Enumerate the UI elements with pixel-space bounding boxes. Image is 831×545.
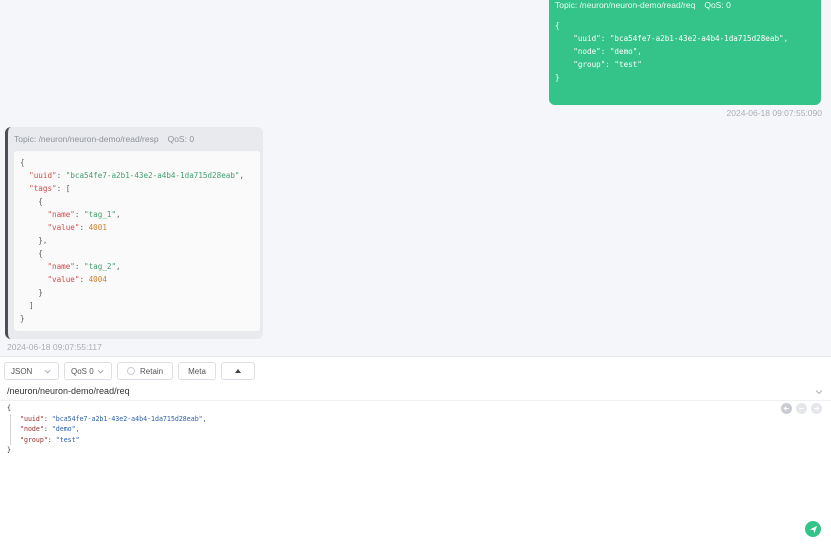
history-forward-button[interactable] [811,403,822,414]
message-list: Topic: /neuron/neuron-demo/read/req QoS: … [0,0,831,356]
payload-key: "uuid" [20,414,44,423]
expand-composer-button[interactable] [220,362,255,380]
meta-button[interactable]: Meta [178,362,216,380]
received-message-qos: QoS: 0 [167,134,195,144]
history-back-button[interactable] [781,403,792,414]
tag-name: tag_2 [88,262,112,271]
sent-message-payload: { "uuid": "bca54fe7-a2b1-43e2-a4b4-1da71… [555,21,789,82]
sent-message-topic: Topic: /neuron/neuron-demo/read/req [555,0,696,10]
payload-key: "group" [20,435,48,444]
retain-toggle[interactable]: Retain [117,362,174,380]
payload-line: "node": "demo", [10,424,207,435]
received-message-header: Topic: /neuron/neuron-demo/read/resp QoS:… [14,134,257,144]
payload-value: "demo", [51,425,80,433]
sent-message-bubble: Topic: /neuron/neuron-demo/read/req QoS: … [549,0,821,105]
payload-key: "node" [20,425,44,433]
payload-value: "bca54fe7-a2b1-43e2-a4b4-1da715d28eab", [51,414,207,423]
arrow-left-icon [783,406,789,411]
payload-format-value: JSON [11,366,33,376]
qos-value: QoS 0 [71,366,94,376]
chevron-down-icon[interactable] [814,387,824,397]
arrow-right-icon [814,406,820,411]
meta-label: Meta [188,366,206,376]
minus-icon [799,407,804,410]
sent-message-timestamp: 2024-06-18 09:07:55:090 [726,108,822,118]
tag-name: tag_1 [88,210,112,219]
payload-close-brace: } [7,446,11,454]
payload-value: "test" [55,435,80,444]
received-message-timestamp: 2024-06-18 09:07:55:117 [7,342,102,352]
send-button[interactable] [805,521,821,537]
received-message-bubble: Topic: /neuron/neuron-demo/read/resp QoS:… [5,127,263,339]
tag-value: 4004 [88,275,107,284]
payload-open-brace: { [7,404,11,412]
history-clear-button[interactable] [796,403,807,414]
received-message-topic: Topic: /neuron/neuron-demo/read/resp [14,134,159,144]
payload-format-select[interactable]: JSON [4,362,59,380]
history-nav [781,403,822,414]
topic-input[interactable]: /neuron/neuron-demo/read/req [7,386,130,396]
send-icon [809,525,817,533]
publish-composer: JSON QoS 0 Retain Meta /neuron/neuron-de… [0,356,831,545]
tag-value: 4001 [88,223,107,232]
chevron-down-icon [44,369,51,373]
received-uuid: bca54fe7-a2b1-43e2-a4b4-1da715d28eab [70,171,235,180]
retain-label: Retain [140,366,164,376]
sent-message-qos: QoS: 0 [704,0,731,10]
triangle-up-icon [234,369,241,373]
received-message-payload: { "uuid": "bca54fe7-a2b1-43e2-a4b4-1da71… [14,151,260,331]
retain-radio-icon [127,367,135,375]
composer-toolbar: JSON QoS 0 Retain Meta [4,362,255,380]
sent-message-header: Topic: /neuron/neuron-demo/read/req QoS: … [555,0,815,10]
payload-line: "uuid": "bca54fe7-a2b1-43e2-a4b4-1da715d… [10,413,207,424]
payload-line: "group": "test" [10,434,207,445]
payload-editor[interactable]: { "uuid": "bca54fe7-a2b1-43e2-a4b4-1da71… [7,403,207,456]
chevron-down-icon [97,369,104,373]
qos-select[interactable]: QoS 0 [64,362,112,380]
topic-input-row[interactable]: /neuron/neuron-demo/read/req [0,382,831,401]
